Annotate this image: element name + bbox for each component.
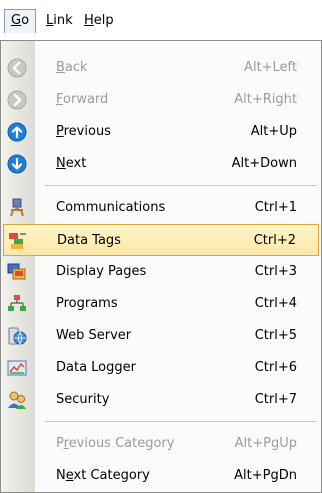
menu-item-shortcut: Alt+PgUp [234,436,297,451]
menu-item-data-tags[interactable]: Data Tags Ctrl+2 [3,224,319,256]
menu-item-shortcut: Alt+Right [234,92,297,107]
menu-help[interactable]: Help [78,9,120,33]
back-arrow-icon [7,58,27,78]
menu-item-shortcut: Ctrl+5 [254,328,297,343]
menu-item-shortcut: Ctrl+4 [254,296,297,311]
menu-item-security[interactable]: Security Ctrl+7 [3,384,319,416]
menu-help-label: elp [93,13,114,28]
menu-item-forward[interactable]: Forward Alt+Right [3,84,319,116]
programs-icon [7,294,27,314]
menu-help-mnemonic: H [84,13,94,28]
display-pages-icon [7,262,27,282]
communications-icon [7,198,27,218]
menu-item-shortcut: Ctrl+7 [254,392,297,407]
menu-item-label: Communications [56,200,166,215]
menu-item-communications[interactable]: Communications Ctrl+1 [3,192,319,224]
menu-item-data-logger[interactable]: Data Logger Ctrl+6 [3,352,319,384]
menu-item-label: Web Server [56,328,132,343]
menu-go-mnemonic: G [11,13,22,28]
menu-item-label: Security [56,392,110,407]
menu-item-shortcut: Alt+Down [231,156,297,171]
menu-item-programs[interactable]: Programs Ctrl+4 [3,288,319,320]
menu-item-label: Forward [56,92,109,107]
menu-bar: Go Link Help [0,0,322,40]
data-tags-icon [8,231,28,251]
menu-item-shortcut: Alt+Left [244,60,297,75]
menu-link[interactable]: Link [40,9,79,33]
web-server-icon [7,326,27,346]
forward-arrow-icon [7,90,27,110]
down-arrow-icon [7,154,27,174]
menu-item-label: Next [56,156,87,171]
menu-link-label: ink [53,13,73,28]
menu-item-next-category[interactable]: Next Category Alt+PgDn [3,460,319,492]
menu-item-label: Display Pages [56,264,147,279]
menu-item-display-pages[interactable]: Display Pages Ctrl+3 [3,256,319,288]
go-dropdown-menu: Back Alt+Left Forward Alt+Right Previous… [0,40,322,493]
menu-item-label: Previous Category [56,436,175,451]
menu-item-shortcut: Alt+PgDn [234,468,297,483]
menu-go[interactable]: Go [4,9,37,33]
menu-item-previous-category[interactable]: Previous Category Alt+PgUp [3,428,319,460]
menu-item-label: Previous [56,124,111,139]
menu-item-label: Data Logger [56,360,136,375]
menu-item-label: Next Category [56,468,150,483]
security-icon [7,390,27,410]
menu-item-shortcut: Ctrl+6 [254,360,297,375]
menu-item-label: Programs [56,296,118,311]
menu-item-shortcut: Ctrl+2 [253,233,296,248]
menu-item-shortcut: Alt+Up [250,124,297,139]
menu-item-back[interactable]: Back Alt+Left [3,52,319,84]
menu-item-next[interactable]: Next Alt+Down [3,148,319,180]
menu-separator [45,185,317,186]
data-logger-icon [7,358,27,378]
menu-item-label: Back [56,60,88,75]
menu-go-label: o [21,13,30,28]
menu-separator [45,421,317,422]
menu-item-shortcut: Ctrl+3 [254,264,297,279]
up-arrow-icon [7,122,27,142]
menu-item-previous[interactable]: Previous Alt+Up [3,116,319,148]
menu-item-label: Data Tags [57,233,121,248]
menu-item-shortcut: Ctrl+1 [254,200,297,215]
menu-item-web-server[interactable]: Web Server Ctrl+5 [3,320,319,352]
